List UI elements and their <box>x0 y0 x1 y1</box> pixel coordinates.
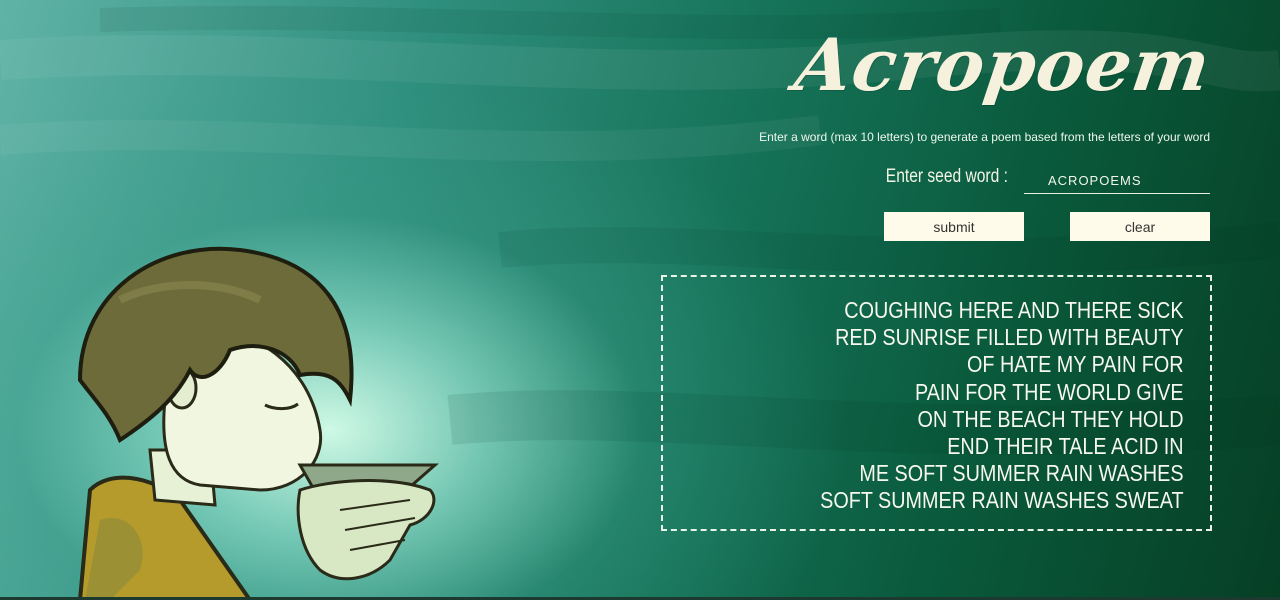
poem-line: RED SUNRISE FILLED WITH BEAUTY <box>835 324 1184 351</box>
submit-button[interactable]: submit <box>884 212 1024 241</box>
poem-line: PAIN FOR THE WORLD GIVE <box>915 378 1184 405</box>
poem-line: COUGHING HERE AND THERE SICK <box>844 297 1184 323</box>
acropoem-panel: Acropoem Enter a word (max 10 letters) t… <box>650 0 1216 260</box>
poem-line: OF HATE MY PAIN FOR <box>967 351 1184 378</box>
poem-line: SOFT SUMMER RAIN WASHES SWEAT <box>820 487 1184 514</box>
clear-button[interactable]: clear <box>1070 212 1210 241</box>
app-title: Acropoem <box>789 22 1216 107</box>
poem-line: END THEIR TALE ACID IN <box>947 433 1184 460</box>
poem-lines: COUGHING HERE AND THERE SICK RED SUNRISE… <box>761 297 1184 515</box>
seed-word-input[interactable] <box>1024 168 1210 194</box>
boy-illustration <box>77 246 439 600</box>
poem-line: ME SOFT SUMMER RAIN WASHES <box>859 460 1184 487</box>
seed-word-label: Enter seed word : <box>885 166 1008 187</box>
poem-line: ON THE BEACH THEY HOLD <box>917 405 1184 432</box>
poem-output-box: COUGHING HERE AND THERE SICK RED SUNRISE… <box>661 275 1212 531</box>
instructions-text: Enter a word (max 10 letters) to generat… <box>759 130 1210 144</box>
